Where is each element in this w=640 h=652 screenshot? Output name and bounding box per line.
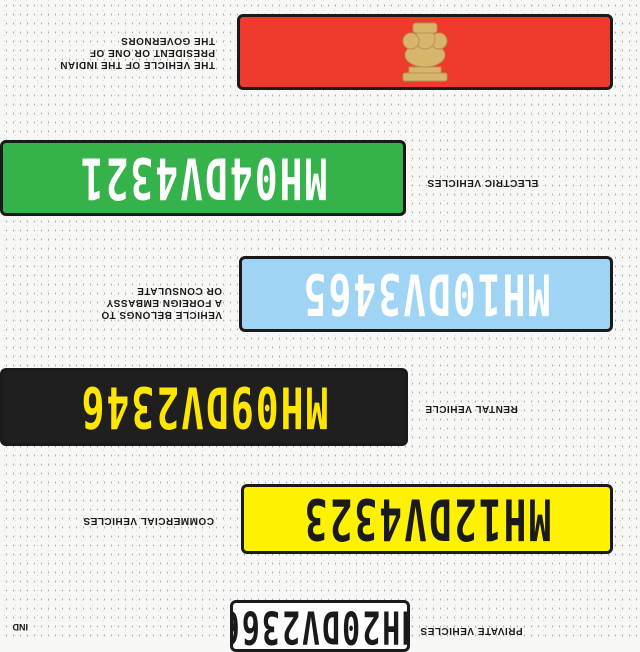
- caption-commercial: COMMERCIAL VEHICLES: [83, 515, 214, 526]
- plate-rental: MH09DV2346: [0, 368, 408, 446]
- national-emblem-icon: [402, 22, 448, 82]
- caption-electric: ELECTRIC VEHICLES: [427, 177, 539, 188]
- plate-president: [237, 14, 613, 90]
- caption-embassy: VEHICLE BELONGS TO A FOREIGN EMBASSY OR …: [100, 285, 222, 320]
- plate-private: MH20DV2366: [230, 600, 410, 652]
- plate-embassy: MH10DV3465: [239, 256, 613, 332]
- plate-electric: MH04DV4321: [0, 140, 406, 216]
- caption-rental: RENTAL VEHICLE: [425, 403, 518, 414]
- plate-number-embassy: MH10DV3465: [301, 261, 551, 327]
- ind-badge: IND: [12, 622, 29, 632]
- caption-private: PRIVATE VEHICLES: [420, 625, 523, 636]
- plate-number-rental: MH09DV2346: [79, 374, 329, 440]
- plate-number-commercial: MH12DV4323: [302, 486, 552, 552]
- plate-commercial: MH12DV4323: [241, 484, 613, 554]
- number-plate-poster: MH20DV2366 IND PRIVATE VEHICLES MH12DV43…: [0, 0, 640, 652]
- caption-president: THE VEHICLE OF THE INDIAN PRESIDENT OR O…: [59, 35, 215, 70]
- plate-number-private: MH20DV2366: [230, 600, 410, 652]
- plate-number-electric: MH04DV4321: [78, 145, 328, 211]
